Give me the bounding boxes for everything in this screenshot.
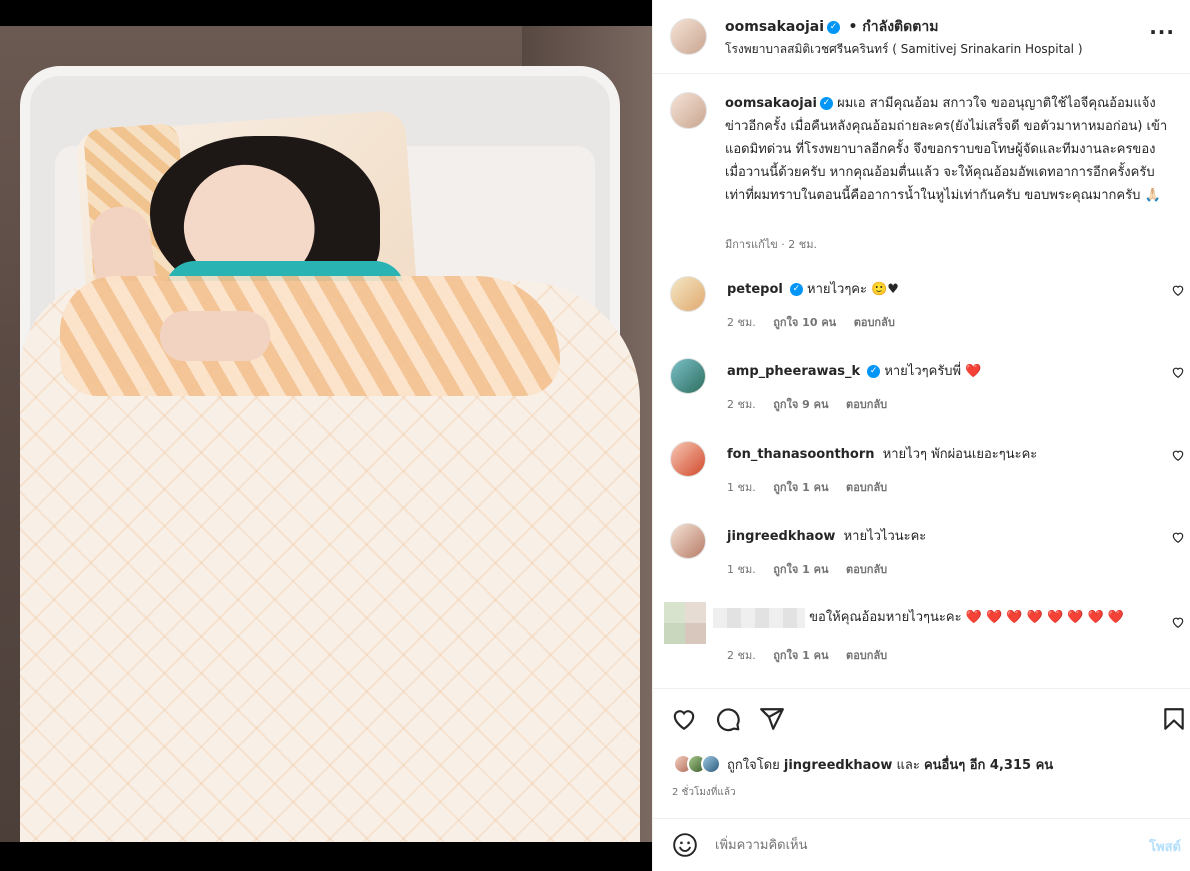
comment-likes[interactable]: ถูกใจ 1 คน <box>773 563 828 576</box>
verified-badge-icon: ✓ <box>789 283 803 296</box>
emoji-icon[interactable] <box>672 832 698 858</box>
comment-meta: 1 ชม. ถูกใจ 1 คน ตอบกลับ <box>727 560 901 578</box>
comment-username[interactable]: fon_thanasoonthorn <box>727 447 875 462</box>
comment-time[interactable]: 2 ชม. <box>727 649 756 662</box>
comment-time[interactable]: 1 ชม. <box>727 481 756 494</box>
comment-line: petepol ✓ หายไวๆคะ 🙂♥ <box>727 278 1157 299</box>
commenter-avatar[interactable] <box>670 441 706 477</box>
send-icon[interactable] <box>759 706 785 732</box>
comment-heart-icon[interactable] <box>1171 365 1185 379</box>
comment-likes[interactable]: ถูกใจ 9 คน <box>773 398 828 411</box>
comment-line: amp_pheerawas_k ✓ หายไวๆครับพี่ ❤️ <box>727 360 1157 381</box>
post-photo[interactable] <box>0 26 652 842</box>
verified-badge-icon: ✓ <box>819 97 833 110</box>
verified-badge-icon: ✓ <box>827 20 841 34</box>
comment-reply-button[interactable]: ตอบกลับ <box>846 563 887 576</box>
author-line: oomsakaojai ✓ • กำลังติดตาม <box>725 16 938 38</box>
comment-heart-icon[interactable] <box>1171 615 1185 629</box>
author-username[interactable]: oomsakaojai <box>725 19 824 35</box>
caption-avatar[interactable] <box>670 92 707 129</box>
comment-likes[interactable]: ถูกใจ 10 คน <box>773 316 836 329</box>
follow-status[interactable]: • กำลังติดตาม <box>848 19 938 35</box>
comment-username-blurred[interactable] <box>713 607 805 628</box>
caption-body: oomsakaojai ✓ ผมเอ สามีคุณอ้อม สกาวใจ ขออ… <box>725 92 1175 207</box>
comment-likes[interactable]: ถูกใจ 1 คน <box>773 481 828 494</box>
comment-meta: 2 ชม. ถูกใจ 10 คน ตอบกลับ <box>727 313 909 331</box>
comment-time[interactable]: 2 ชม. <box>727 316 756 329</box>
comment-line: ขอให้คุณอ้อมหายไวๆนะคะ ❤️ ❤️ ❤️ ❤️ ❤️ ❤️… <box>713 606 1143 628</box>
comment-reply-button[interactable]: ตอบกลับ <box>854 316 895 329</box>
photo-hand <box>160 311 270 361</box>
comment-icon[interactable] <box>715 706 741 732</box>
comment-heart-icon[interactable] <box>1171 283 1185 297</box>
comment-text: หายไวไวนะคะ <box>843 529 927 544</box>
comment-meta: 1 ชม. ถูกใจ 1 คน ตอบกลับ <box>727 478 901 496</box>
comment-likes[interactable]: ถูกใจ 1 คน <box>773 649 828 662</box>
location-link[interactable]: โรงพยาบาลสมิติเวชศรีนครินทร์ ( Samitivej… <box>725 40 1083 59</box>
comment-item: amp_pheerawas_k ✓ หายไวๆครับพี่ ❤️ 2 ชม. … <box>653 358 1190 440</box>
add-comment-bar: โพสต์ <box>653 818 1190 871</box>
comment-reply-button[interactable]: ตอบกลับ <box>846 398 887 411</box>
comment-item: fon_thanasoonthorn หายไวๆ พักผ่อนเยอะๆนะ… <box>653 441 1190 523</box>
caption-meta: มีการแก้ไข · 2 ชม. <box>725 238 817 251</box>
post-time[interactable]: 2 ชั่วโมงที่แล้ว <box>672 785 736 800</box>
comment-item: jingreedkhaow หายไวไวนะคะ 1 ชม. ถูกใจ 1 … <box>653 523 1190 605</box>
post-comment-button[interactable]: โพสต์ <box>1149 836 1181 857</box>
post-header: oomsakaojai ✓ • กำลังติดตาม โรงพยาบาลสมิต… <box>653 0 1190 74</box>
photo-blanket-fold <box>60 276 560 396</box>
verified-badge-icon: ✓ <box>867 365 881 378</box>
photo-panel <box>0 0 652 871</box>
comment-username[interactable]: jingreedkhaow <box>727 529 835 544</box>
comment-meta: 2 ชม. ถูกใจ 1 คน ตอบกลับ <box>727 646 901 664</box>
likes-user-link[interactable]: jingreedkhaow <box>784 758 892 773</box>
comment-time[interactable]: 2 ชม. <box>727 398 756 411</box>
comment-time[interactable]: 1 ชม. <box>727 563 756 576</box>
comment-reply-button[interactable]: ตอบกลับ <box>846 649 887 662</box>
caption-text: ผมเอ สามีคุณอ้อม สกาวใจ ขออนุญาติใช้ไอจี… <box>725 96 1168 203</box>
post-actions: ถูกใจโดย jingreedkhaow และ คนอื่นๆ อีก 4… <box>653 688 1190 818</box>
comment-heart-icon[interactable] <box>1171 448 1185 462</box>
comment-item: ขอให้คุณอ้อมหายไวๆนะคะ ❤️ ❤️ ❤️ ❤️ ❤️ ❤️… <box>653 602 1190 686</box>
comment-text: หายไวๆครับพี่ ❤️ <box>884 364 982 379</box>
likes-others-link[interactable]: คนอื่นๆ อีก 4,315 คน <box>924 758 1053 773</box>
more-options-icon[interactable]: ··· <box>1149 20 1175 44</box>
heart-icon[interactable] <box>671 706 697 732</box>
likes-summary: ถูกใจโดย jingreedkhaow และ คนอื่นๆ อีก 4… <box>727 754 1053 775</box>
comment-input[interactable] <box>715 832 1115 858</box>
comment-text: หายไวๆคะ 🙂♥ <box>807 282 899 297</box>
likes-row: ถูกใจโดย jingreedkhaow และ คนอื่นๆ อีก 4… <box>673 753 1053 775</box>
comment-text: ขอให้คุณอ้อมหายไวๆนะคะ ❤️ ❤️ ❤️ ❤️ ❤️ ❤️… <box>809 610 1125 625</box>
comment-heart-icon[interactable] <box>1171 530 1185 544</box>
commenter-avatar[interactable] <box>670 358 706 394</box>
likes-middle: และ <box>896 757 920 773</box>
author-avatar[interactable] <box>670 18 707 55</box>
comment-username[interactable]: petepol <box>727 282 783 297</box>
comment-meta: 2 ชม. ถูกใจ 9 คน ตอบกลับ <box>727 395 901 413</box>
post-side-panel: oomsakaojai ✓ • กำลังติดตาม โรงพยาบาลสมิต… <box>652 0 1190 871</box>
commenter-avatar[interactable] <box>670 276 706 312</box>
caption-username[interactable]: oomsakaojai <box>725 96 817 111</box>
commenter-avatar-blurred[interactable] <box>664 602 706 644</box>
comment-reply-button[interactable]: ตอบกลับ <box>846 481 887 494</box>
liker-avatar[interactable] <box>701 754 721 774</box>
commenter-avatar[interactable] <box>670 523 706 559</box>
likes-prefix: ถูกใจโดย <box>727 757 780 773</box>
comment-line: fon_thanasoonthorn หายไวๆ พักผ่อนเยอะๆนะ… <box>727 443 1157 464</box>
comment-text: หายไวๆ พักผ่อนเยอะๆนะคะ <box>882 447 1038 462</box>
comment-line: jingreedkhaow หายไวไวนะคะ <box>727 525 1157 546</box>
bookmark-icon[interactable] <box>1161 706 1187 732</box>
comment-username[interactable]: amp_pheerawas_k <box>727 364 860 379</box>
comment-item: petepol ✓ หายไวๆคะ 🙂♥ 2 ชม. ถูกใจ 10 คน ต… <box>653 276 1190 358</box>
